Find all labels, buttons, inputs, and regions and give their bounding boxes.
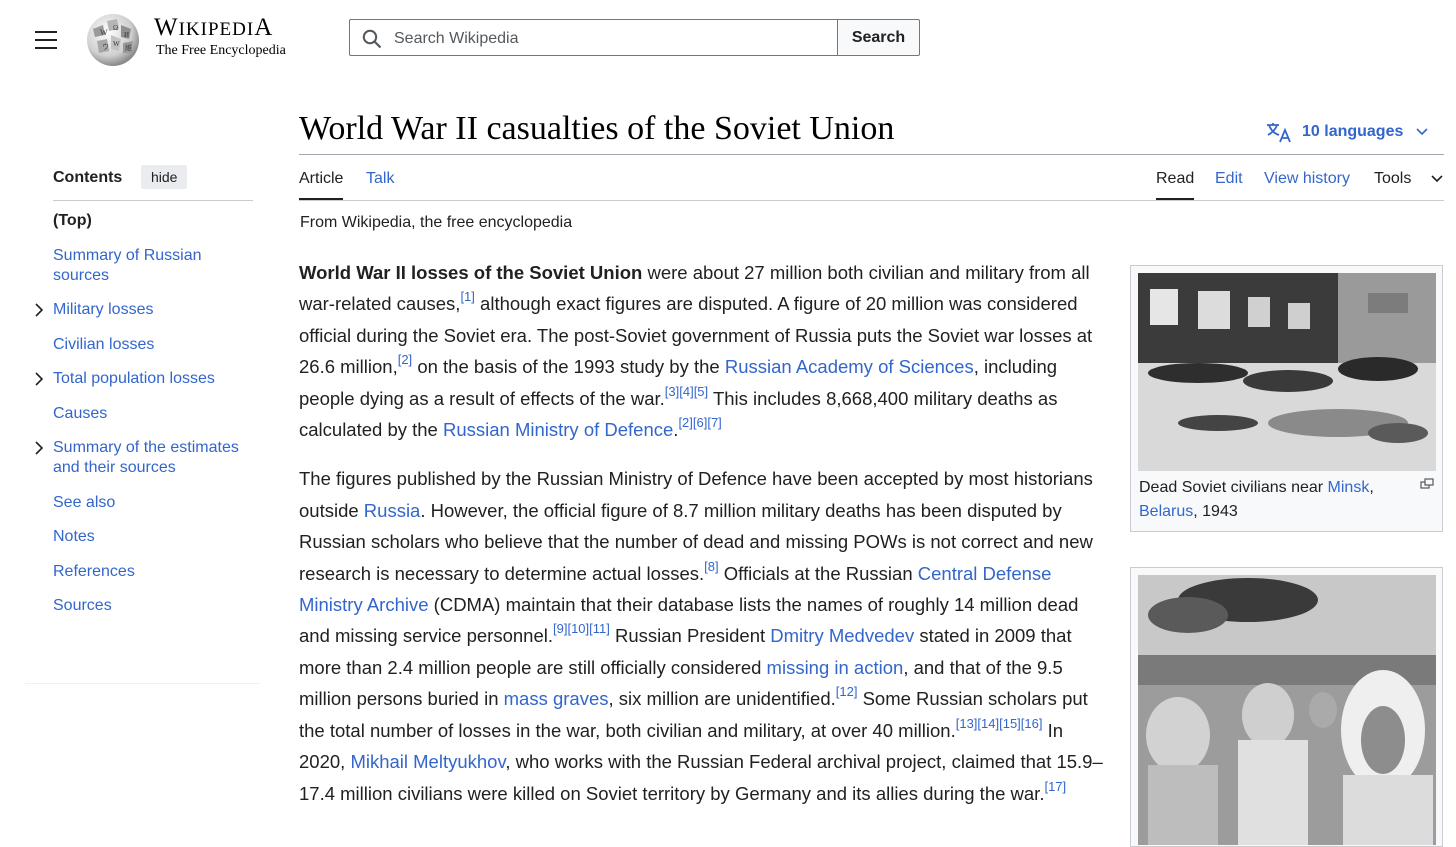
- paragraph: The figures published by the Russian Min…: [299, 463, 1105, 808]
- reference[interactable]: [3][4][5]: [665, 384, 708, 399]
- menu-line: [35, 47, 57, 49]
- reference[interactable]: [17]: [1044, 779, 1066, 794]
- tab-tools[interactable]: Tools: [1374, 169, 1411, 189]
- reference[interactable]: [8]: [704, 559, 718, 574]
- search-box[interactable]: [349, 19, 837, 56]
- photo-grieving-women[interactable]: [1138, 575, 1436, 845]
- tab-talk[interactable]: Talk: [366, 169, 394, 189]
- tab-view-history[interactable]: View history: [1264, 169, 1350, 189]
- svg-text:W: W: [113, 40, 120, 48]
- title-divider: [299, 154, 1444, 155]
- main-menu-button[interactable]: [35, 31, 57, 49]
- wikipedia-wordmark[interactable]: WIKIPEDIA: [154, 14, 273, 42]
- wikipedia-tagline: The Free Encyclopedia: [156, 43, 286, 58]
- reference[interactable]: [12]: [836, 684, 858, 699]
- page-tabs: Article Talk Read Edit View history Tool…: [299, 169, 1444, 201]
- reference[interactable]: [2]: [398, 352, 412, 367]
- toc-title: Contents: [53, 169, 123, 186]
- photo-dead-civilians[interactable]: [1138, 273, 1436, 471]
- reference[interactable]: [13][14][15][16]: [956, 716, 1043, 731]
- reference[interactable]: [2][6][7]: [678, 415, 721, 430]
- chevron-down-icon[interactable]: [1430, 174, 1444, 184]
- link-missing-in-action[interactable]: missing in action: [767, 657, 904, 678]
- text: Dead Soviet civilians near: [1139, 479, 1328, 496]
- figure-caption: Dead Soviet civilians near Minsk, Belarus…: [1139, 476, 1394, 524]
- text: , 1943: [1193, 503, 1238, 520]
- toc-item-civilian-losses[interactable]: Civilian losses: [53, 335, 253, 355]
- reference[interactable]: [9][10][11]: [553, 621, 610, 636]
- text: , six million are unidentified.: [608, 688, 836, 710]
- svg-text:ウ: ウ: [102, 43, 109, 51]
- link-belarus[interactable]: Belarus: [1139, 503, 1193, 520]
- chevron-right-icon[interactable]: [33, 438, 45, 458]
- text: ,: [1369, 479, 1374, 496]
- tabs-divider: [299, 200, 1444, 201]
- toc-header: Contents hide: [53, 163, 253, 201]
- svg-text:И: И: [124, 31, 129, 39]
- toc-item-label: Total population losses: [53, 370, 215, 387]
- chevron-right-icon[interactable]: [33, 369, 45, 389]
- link-minsk[interactable]: Minsk: [1328, 479, 1370, 496]
- text: Russian President: [609, 625, 771, 647]
- link-ministry-of-defence[interactable]: Russian Ministry of Defence: [443, 419, 673, 440]
- menu-line: [35, 31, 57, 33]
- toc-item-top[interactable]: (Top): [53, 211, 253, 231]
- bold-term: World War II losses of the Soviet Union: [299, 262, 643, 283]
- toc-item-label: Military losses: [53, 301, 154, 318]
- thumbnail-figure: [1130, 567, 1443, 847]
- toc-item-summary-russian-sources[interactable]: Summary of Russian sources: [53, 246, 253, 286]
- paragraph: World War II losses of the Soviet Union …: [299, 257, 1105, 445]
- svg-text:Ω: Ω: [113, 24, 118, 32]
- toc-divider: [25, 683, 260, 684]
- tab-read[interactable]: Read: [1156, 169, 1195, 200]
- svg-text:維: 維: [125, 43, 132, 52]
- page-title: World War II casualties of the Soviet Un…: [299, 110, 895, 147]
- link-mass-graves[interactable]: mass graves: [504, 688, 609, 709]
- search-form: Search: [349, 19, 920, 56]
- search-button[interactable]: Search: [837, 19, 920, 56]
- toc-item-military-losses[interactable]: Military losses: [35, 300, 253, 320]
- toc-item-total-population-losses[interactable]: Total population losses: [35, 369, 253, 389]
- search-icon: [362, 29, 382, 49]
- tab-edit[interactable]: Edit: [1215, 169, 1243, 189]
- toc-item-causes[interactable]: Causes: [53, 404, 253, 424]
- search-input[interactable]: [392, 21, 826, 56]
- translate-icon: [1267, 123, 1291, 143]
- language-button[interactable]: 10 languages: [1266, 119, 1439, 145]
- site-subtitle: From Wikipedia, the free encyclopedia: [300, 214, 573, 231]
- toc-item-sources[interactable]: Sources: [53, 596, 253, 616]
- table-of-contents: Contents hide (Top) Summary of Russian s…: [35, 163, 253, 614]
- svg-text:W: W: [100, 28, 108, 37]
- article-body: World War II losses of the Soviet Union …: [299, 257, 1105, 827]
- toc-item-notes[interactable]: Notes: [53, 527, 253, 547]
- text: on the basis of the 1993 study by the: [412, 356, 725, 378]
- toc-item-see-also[interactable]: See also: [53, 493, 253, 513]
- chevron-right-icon[interactable]: [33, 300, 45, 320]
- wikipedia-globe-logo[interactable]: W Ω И ウ W 維: [83, 11, 143, 67]
- link-russian-academy[interactable]: Russian Academy of Sciences: [725, 356, 974, 377]
- chevron-down-icon: [1416, 128, 1428, 136]
- toc-list: (Top) Summary of Russian sources Militar…: [35, 211, 253, 631]
- enlarge-icon[interactable]: [1420, 478, 1434, 490]
- link-russia[interactable]: Russia: [364, 500, 421, 521]
- reference[interactable]: [1]: [460, 289, 474, 304]
- thumbnail-figure: Dead Soviet civilians near Minsk, Belarus…: [1130, 265, 1443, 532]
- tab-article[interactable]: Article: [299, 169, 344, 200]
- language-count: 10 languages: [1302, 123, 1404, 140]
- toc-item-references[interactable]: References: [53, 562, 253, 582]
- text: Officials at the Russian: [718, 562, 918, 584]
- link-meltyukhov[interactable]: Mikhail Meltyukhov: [350, 751, 505, 772]
- toc-hide-button[interactable]: hide: [141, 165, 188, 189]
- toc-item-summary-estimates[interactable]: Summary of the estimates and their sourc…: [35, 438, 253, 478]
- menu-line: [35, 39, 57, 41]
- link-medvedev[interactable]: Dmitry Medvedev: [770, 625, 914, 646]
- toc-item-label: Summary of the estimates and their sourc…: [53, 439, 239, 476]
